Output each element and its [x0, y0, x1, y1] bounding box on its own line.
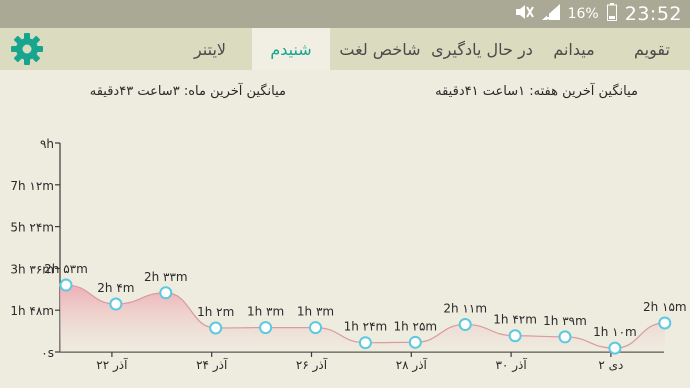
data-point-marker[interactable] — [358, 336, 372, 350]
tab-word-index[interactable]: شاخص لغت — [330, 28, 430, 70]
tab-heard[interactable]: شنیدم — [252, 28, 330, 70]
y-tick-label: 7h ۱۲m — [10, 179, 54, 193]
tab-leitner[interactable]: لایتنر — [168, 28, 252, 70]
y-tick-label: 5h ۲۴m — [10, 221, 54, 235]
data-point[interactable]: 2h ۳۳m — [144, 270, 188, 300]
data-point-marker[interactable] — [458, 318, 472, 332]
tab-learning[interactable]: در حال یادگیری — [430, 28, 534, 70]
data-point[interactable]: 2h ۱۱m — [443, 302, 487, 332]
data-point-label: 1h ۲۵m — [393, 319, 437, 333]
clock: 23:52 — [624, 3, 682, 25]
data-point-marker[interactable] — [408, 335, 422, 349]
data-point-label: 1h ۱۰m — [593, 325, 637, 339]
x-tick-label: ۲ دی — [598, 358, 623, 372]
y-tick-label: ۹h — [40, 137, 54, 151]
data-point-marker[interactable] — [259, 321, 273, 335]
data-point-label: 1h ۳m — [297, 305, 334, 319]
status-bar: 16% 23:52 — [0, 0, 690, 28]
x-tick-label: ۳۰ آذر — [495, 357, 527, 373]
tab-bar: تقویم میدانم در حال یادگیری شاخص لغت شنی… — [160, 28, 690, 70]
data-point-label: 1h ۲m — [197, 305, 234, 319]
data-point-marker[interactable] — [159, 286, 173, 300]
data-point-label: 2h ۱۱m — [443, 302, 487, 316]
tab-known[interactable]: میدانم — [534, 28, 614, 70]
data-point-label: 1h ۲۴m — [344, 320, 388, 334]
app-bar: تقویم میدانم در حال یادگیری شاخص لغت شنی… — [0, 28, 690, 70]
data-point-label: 2h ۱۵m — [643, 300, 687, 314]
data-point-marker[interactable] — [658, 316, 672, 330]
data-point-marker[interactable] — [309, 321, 322, 335]
x-tick-label: ۲۲ آذر — [96, 357, 128, 373]
last-week-average: میانگین آخرین هفته: ۱ساعت ۴۱دقیقه — [435, 84, 638, 99]
x-tick-label: ۲۴ آذر — [196, 357, 228, 373]
mute-icon — [514, 4, 534, 24]
data-point-label: 2h ۵۳m — [44, 262, 88, 276]
data-point-marker[interactable] — [109, 297, 123, 311]
data-point-label: 2h ۴m — [97, 281, 134, 295]
y-tick-label: 1h ۴۸m — [10, 304, 54, 318]
y-axis: ۰s1h ۴۸m3h ۳۶m5h ۲۴m7h ۱۲m۹h — [10, 137, 61, 360]
battery-icon — [606, 3, 617, 25]
data-point-label: 1h ۳m — [247, 305, 284, 319]
x-tick-label: ۲۶ آذر — [296, 357, 328, 373]
tab-calendar[interactable]: تقویم — [614, 28, 690, 70]
x-tick-label: ۲۸ آذر — [396, 357, 428, 373]
y-tick-label: ۰s — [41, 346, 54, 360]
status-icons: 16% 23:52 — [514, 0, 682, 28]
last-month-average: میانگین آخرین ماه: ۳ساعت ۴۳دقیقه — [89, 84, 286, 99]
data-point-marker[interactable] — [59, 278, 73, 292]
data-point-marker[interactable] — [608, 341, 622, 355]
data-point-marker[interactable] — [558, 330, 572, 344]
data-point-marker[interactable] — [209, 321, 223, 335]
data-point-marker[interactable] — [508, 329, 522, 343]
signal-icon — [541, 4, 560, 24]
gear-icon[interactable] — [10, 32, 44, 66]
listening-time-chart: ۰s1h ۴۸m3h ۳۶m5h ۲۴m7h ۱۲m۹h ۲۲ آذر ۲۴ آذ… — [10, 137, 687, 373]
data-point-label: 1h ۴۲m — [493, 313, 537, 327]
battery-percent: 16% — [567, 6, 599, 22]
x-axis: ۲۲ آذر ۲۴ آذر ۲۶ آذر ۲۸ آذر ۳۰ آذر ۲ دی — [60, 351, 664, 373]
data-point[interactable]: 2h ۱۵m — [643, 300, 687, 330]
data-point-label: 2h ۳۳m — [144, 270, 188, 284]
data-point-label: 1h ۳۹m — [543, 314, 587, 328]
